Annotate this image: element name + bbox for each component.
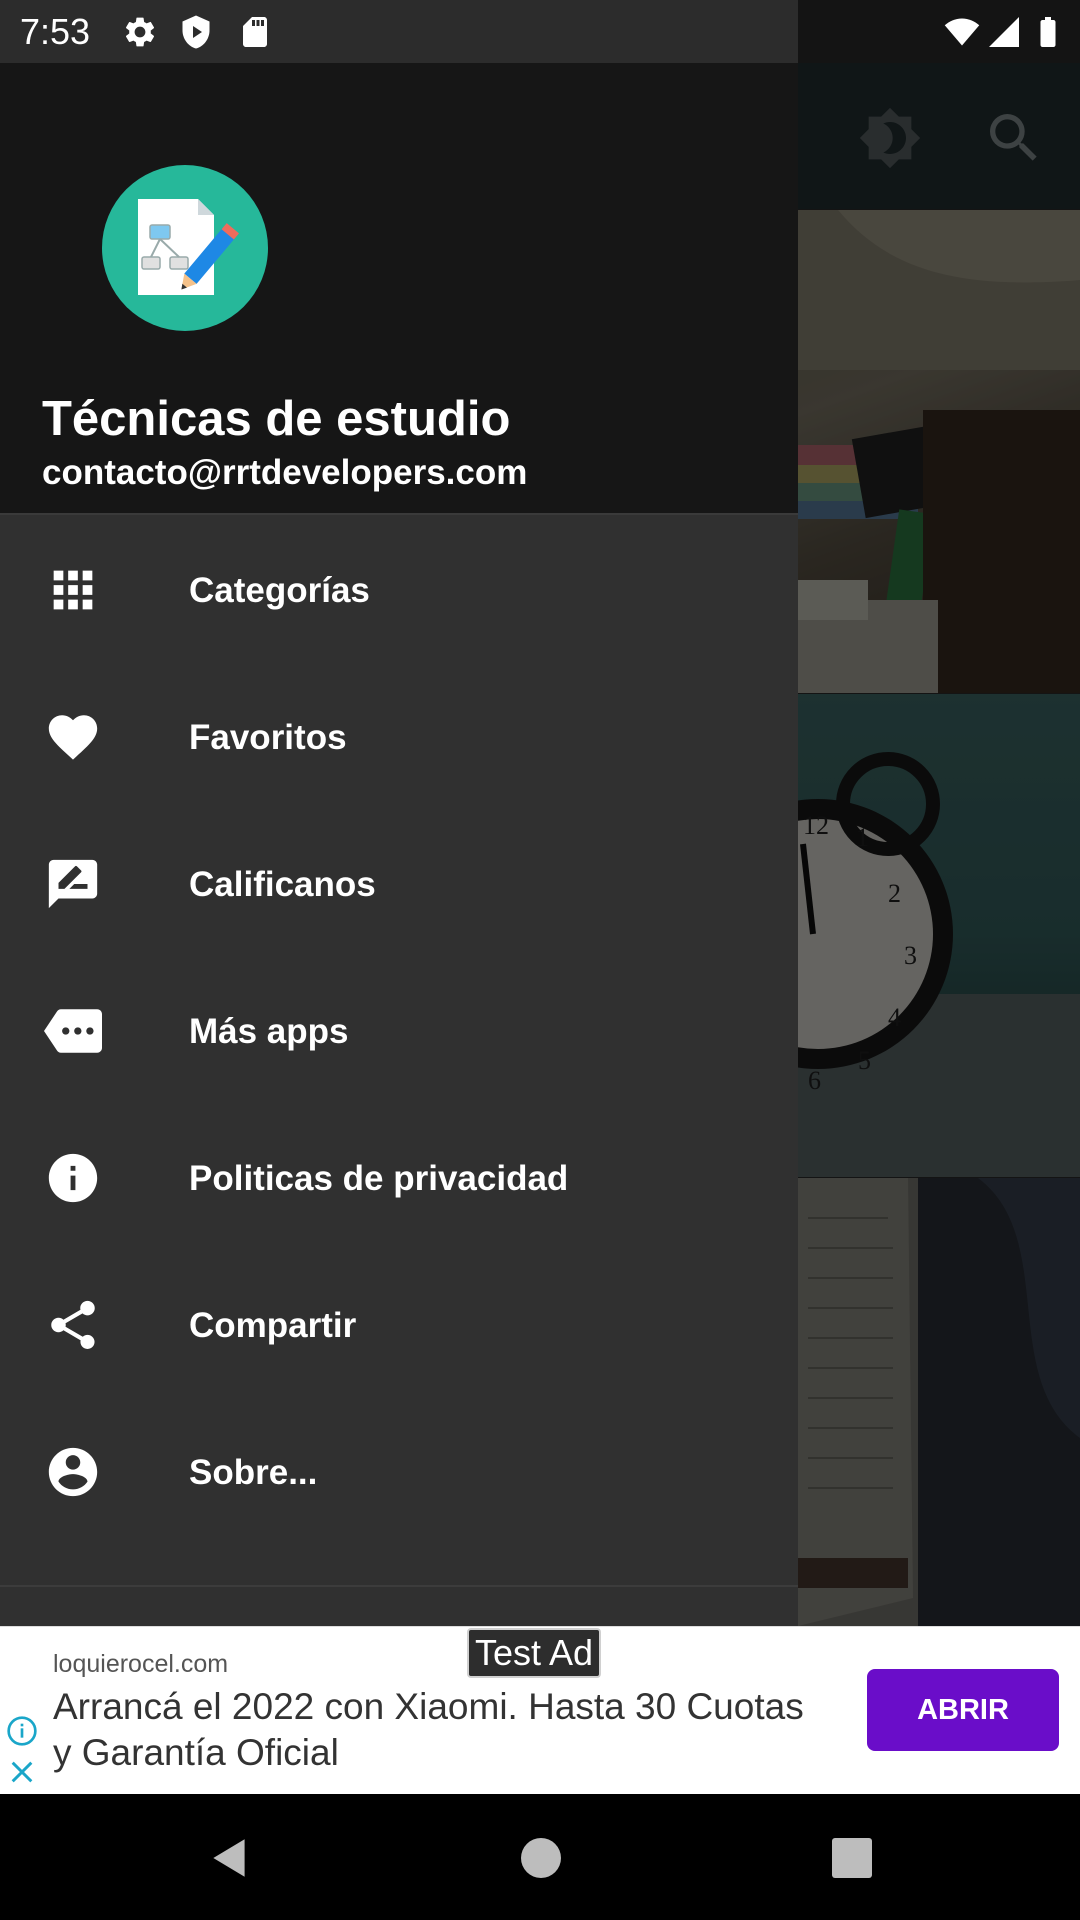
menu-item-label: Sobre... bbox=[189, 1453, 318, 1492]
app-title: Técnicas de estudio bbox=[42, 392, 511, 446]
menu-item-categorias[interactable]: Categorías bbox=[0, 517, 798, 664]
drawer-header: Técnicas de estudio contacto@rrtdevelope… bbox=[0, 63, 798, 515]
account-circle-icon bbox=[48, 1447, 98, 1497]
menu-item-privacidad[interactable]: Politicas de privacidad bbox=[0, 1105, 798, 1252]
menu-item-label: Categorías bbox=[189, 571, 370, 610]
drawer-menu: Categorías Favoritos Calificanos Más app… bbox=[0, 517, 798, 1546]
menu-item-compartir[interactable]: Compartir bbox=[0, 1252, 798, 1399]
app-logo bbox=[102, 165, 268, 331]
recents-icon[interactable] bbox=[832, 1838, 872, 1878]
status-time: 7:53 bbox=[20, 11, 91, 52]
ad-close-icon[interactable] bbox=[8, 1758, 36, 1786]
signal-icon bbox=[989, 17, 1019, 47]
home-icon[interactable] bbox=[521, 1838, 561, 1878]
heart-icon bbox=[48, 715, 98, 760]
menu-item-label: Politicas de privacidad bbox=[189, 1159, 569, 1198]
menu-item-label: Favoritos bbox=[189, 718, 347, 757]
menu-item-mas-apps[interactable]: Más apps bbox=[0, 958, 798, 1105]
grid-icon bbox=[53, 570, 93, 610]
drawer-divider bbox=[0, 1585, 798, 1587]
menu-item-label: Más apps bbox=[189, 1012, 349, 1051]
navigation-drawer: Técnicas de estudio contacto@rrtdevelope… bbox=[0, 63, 798, 1626]
ad-headline[interactable]: Arrancá el 2022 con Xiaomi. Hasta 30 Cuo… bbox=[53, 1684, 813, 1776]
contact-email: contacto@rrtdevelopers.com bbox=[42, 453, 528, 492]
battery-icon bbox=[1040, 17, 1056, 47]
test-ad-label: Test Ad bbox=[467, 1628, 602, 1678]
menu-item-calificanos[interactable]: Calificanos bbox=[0, 811, 798, 958]
status-bar-drawer-area bbox=[0, 0, 798, 63]
menu-item-label: Calificanos bbox=[189, 865, 376, 904]
menu-item-label: Compartir bbox=[189, 1306, 357, 1345]
ad-domain: loquierocel.com bbox=[53, 1650, 229, 1678]
gear-icon bbox=[125, 17, 155, 47]
more-apps-icon bbox=[44, 1009, 102, 1053]
status-bar: 7:53 bbox=[0, 0, 1080, 63]
menu-item-favoritos[interactable]: Favoritos bbox=[0, 664, 798, 811]
wifi-icon bbox=[944, 18, 980, 46]
shield-icon bbox=[182, 15, 210, 49]
menu-item-sobre[interactable]: Sobre... bbox=[0, 1399, 798, 1546]
sd-card-icon bbox=[243, 17, 267, 47]
info-icon bbox=[48, 1153, 98, 1203]
back-icon[interactable] bbox=[205, 1833, 255, 1883]
share-icon bbox=[51, 1300, 95, 1349]
document-edit-icon bbox=[138, 199, 239, 295]
ad-open-button[interactable]: ABRIR bbox=[867, 1669, 1059, 1751]
ad-info-icon[interactable] bbox=[6, 1715, 38, 1747]
rate-review-icon bbox=[48, 859, 98, 909]
